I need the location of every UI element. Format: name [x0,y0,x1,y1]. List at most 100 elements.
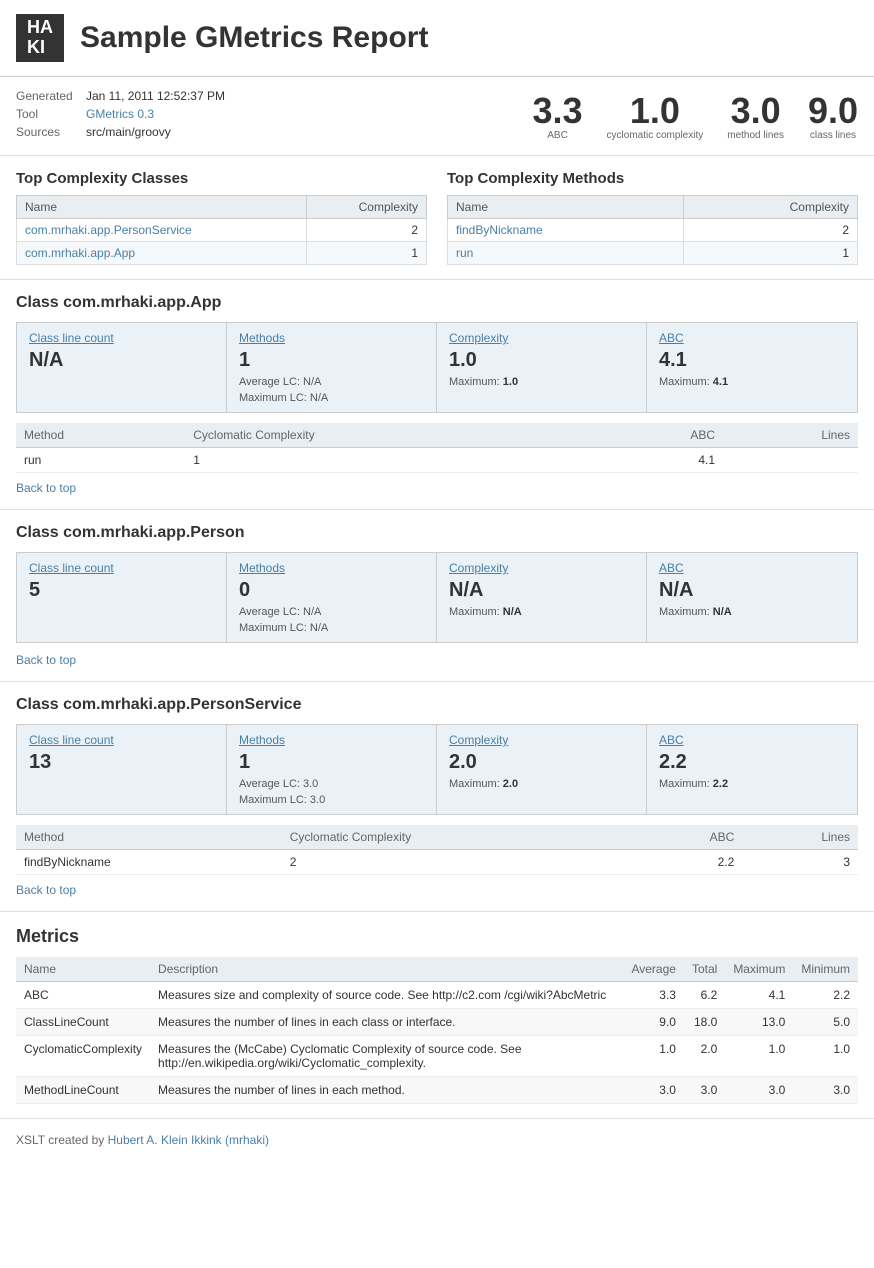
stat-card: Complexity1.0Maximum: 1.0 [437,323,647,412]
metric-label: method lines [727,129,784,142]
stat-card-sub-val: N/A [713,606,732,618]
metrics-row: CyclomaticComplexity Measures the (McCab… [16,1036,858,1077]
metrics-table: NameDescriptionAverageTotalMaximumMinimu… [16,957,858,1104]
class-title: Class com.mrhaki.app.PersonService [16,696,858,714]
stat-card-sub: Maximum: 2.2 [659,778,845,790]
col-header: Complexity [684,196,858,219]
summary-metric: 3.0method lines [727,93,784,142]
stat-card-sub-val: N/A [503,606,522,618]
stat-card-sub: Average LC: N/A [239,376,424,388]
stat-card: Methods1Average LC: N/AMaximum LC: N/A [227,323,437,412]
stat-card-value: N/A [449,579,634,602]
class-title: Class com.mrhaki.app.App [16,294,858,312]
method-col-header: Method [16,423,185,448]
stat-card-label[interactable]: Methods [239,561,424,575]
stat-card-label[interactable]: Methods [239,733,424,747]
class-title: Class com.mrhaki.app.Person [16,524,858,542]
meta-left: Generated Jan 11, 2011 12:52:37 PM Tool … [16,89,533,143]
metric-name: ClassLineCount [16,1009,150,1036]
metric-number: 3.3 [533,93,583,129]
metrics-row: ClassLineCount Measures the number of li… [16,1009,858,1036]
stat-card: ABCN/AMaximum: N/A [647,553,857,642]
table-row: findByNickname 2 [448,219,858,242]
stat-card-value: 0 [239,579,424,602]
metric-maximum: 13.0 [725,1009,793,1036]
top-complexity-classes-table: Top Complexity Classes NameComplexity co… [16,170,427,265]
method-abc: 2.2 [637,850,742,875]
class-section: Class com.mrhaki.app.App Class line count… [0,280,874,510]
logo-line1: HA [27,17,53,37]
stat-card-sub: Maximum LC: N/A [239,392,424,404]
class-section: Class com.mrhaki.app.PersonService Class … [0,682,874,912]
stat-card-label[interactable]: ABC [659,331,845,345]
stat-card: Class line count5 [17,553,227,642]
stat-card-value: 2.0 [449,751,634,774]
back-to-top-link[interactable]: Back to top [16,653,858,667]
col-header: Minimum [793,957,858,982]
col-header: Name [17,196,307,219]
stat-card-label[interactable]: Methods [239,331,424,345]
method-link[interactable]: run [456,246,473,260]
top-classes-title: Top Complexity Classes [16,170,427,187]
stat-card-label[interactable]: Class line count [29,331,214,345]
method-complexity: 2 [684,219,858,242]
stat-card-label[interactable]: ABC [659,561,845,575]
stat-card-value: 4.1 [659,349,845,372]
metric-total: 3.0 [684,1077,725,1104]
metric-name: CyclomaticComplexity [16,1036,150,1077]
method-row: run 1 4.1 [16,448,858,473]
metric-average: 3.0 [623,1077,683,1104]
stat-card-value: 1.0 [449,349,634,372]
back-to-top-link[interactable]: Back to top [16,883,858,897]
col-header: Complexity [306,196,426,219]
stat-card-label[interactable]: Complexity [449,331,634,345]
footer: XSLT created by Hubert A. Klein Ikkink (… [0,1119,874,1161]
method-row: findByNickname 2 2.2 3 [16,850,858,875]
method-lines [723,448,858,473]
metric-label: class lines [808,129,858,142]
meta-section: Generated Jan 11, 2011 12:52:37 PM Tool … [0,77,874,156]
metric-maximum: 1.0 [725,1036,793,1077]
back-to-top-link[interactable]: Back to top [16,481,858,495]
method-cyclomatic: 2 [282,850,637,875]
footer-link[interactable]: Hubert A. Klein Ikkink (mrhaki) [108,1133,269,1147]
metric-name: MethodLineCount [16,1077,150,1104]
metric-description: Measures size and complexity of source c… [150,982,623,1009]
meta-sources-label: Sources [16,125,86,139]
stat-card-value: 1 [239,751,424,774]
stat-card-value: N/A [659,579,845,602]
meta-tool-link[interactable]: GMetrics 0.3 [86,107,154,121]
stat-card: Complexity2.0Maximum: 2.0 [437,725,647,814]
metric-number: 3.0 [727,93,784,129]
top-classes-data-table: NameComplexity com.mrhaki.app.PersonServ… [16,195,427,265]
page-header: HA KI Sample GMetrics Report [0,0,874,77]
metric-minimum: 2.2 [793,982,858,1009]
stat-card-sub: Maximum: 4.1 [659,376,845,388]
stat-card-value: N/A [29,349,214,372]
metric-average: 9.0 [623,1009,683,1036]
metric-description: Measures the (McCabe) Cyclomatic Complex… [150,1036,623,1077]
stat-card-sub-val: 4.1 [713,376,728,388]
stat-card-label[interactable]: Complexity [449,561,634,575]
meta-tool-label: Tool [16,107,86,121]
stat-card-label[interactable]: ABC [659,733,845,747]
class-link[interactable]: com.mrhaki.app.App [25,246,135,260]
top-methods-title: Top Complexity Methods [447,170,858,187]
class-link[interactable]: com.mrhaki.app.PersonService [25,223,192,237]
method-table: MethodCyclomatic ComplexityABCLines run … [16,423,858,473]
stat-card-label[interactable]: Class line count [29,733,214,747]
logo-line2: KI [27,37,45,57]
stat-card-label[interactable]: Complexity [449,733,634,747]
stat-card-sub: Maximum LC: N/A [239,622,424,634]
stat-card-label[interactable]: Class line count [29,561,214,575]
meta-sources-value: src/main/groovy [86,125,171,139]
meta-generated-value: Jan 11, 2011 12:52:37 PM [86,89,225,103]
method-link[interactable]: findByNickname [456,223,543,237]
stat-cards: Class line countN/AMethods1Average LC: N… [16,322,858,413]
summary-metric: 1.0cyclomatic complexity [607,93,704,142]
page-title: Sample GMetrics Report [80,21,428,55]
method-table: MethodCyclomatic ComplexityABCLines find… [16,825,858,875]
metrics-row: MethodLineCount Measures the number of l… [16,1077,858,1104]
metric-average: 3.3 [623,982,683,1009]
table-row: com.mrhaki.app.App1 [17,242,427,265]
